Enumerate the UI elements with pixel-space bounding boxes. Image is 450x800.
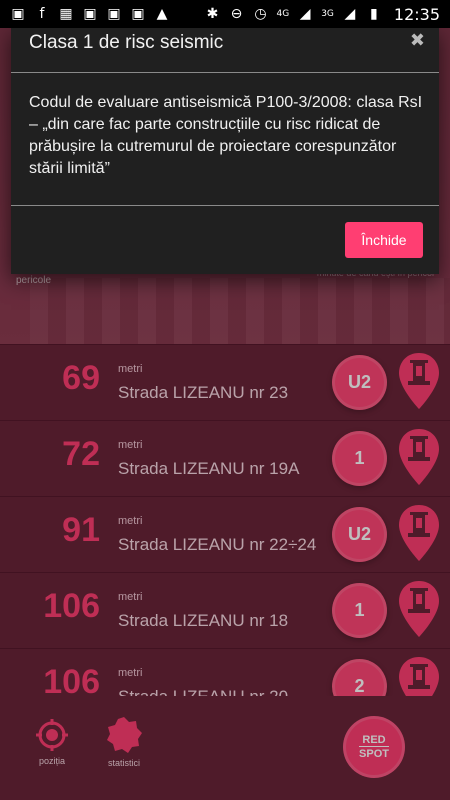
image-icon: ▲ xyxy=(156,6,168,22)
status-bar-left: ▣ f ▦ ▣ ▣ ▣ ▲ xyxy=(10,6,170,22)
dialog-body: Codul de evaluare antiseismică P100-3/20… xyxy=(29,94,423,177)
dialog-divider-top xyxy=(11,72,439,73)
notification-icon: ▣ xyxy=(11,6,25,22)
signal-icon: ◢ xyxy=(299,6,311,22)
do-not-disturb-icon: ⊖ xyxy=(230,6,243,22)
dialog-title: Clasa 1 de risc seismic xyxy=(29,32,224,53)
clock: 12:35 xyxy=(393,4,440,24)
close-icon[interactable]: ✖ xyxy=(410,30,425,51)
notification-icon: ▣ xyxy=(131,6,145,22)
notification-icon: ▣ xyxy=(83,6,97,22)
status-bar-right: ✱ ⊖ ◷ 4G ◢ 3G ◢ ▮ 12:35 xyxy=(204,5,440,24)
dialog-divider-bottom xyxy=(11,205,439,206)
calendar-grid-icon: ▦ xyxy=(59,6,73,22)
close-dialog-button[interactable]: Închide xyxy=(345,222,423,258)
risk-class-dialog: Clasa 1 de risc seismic ✖ Codul de evalu… xyxy=(11,28,439,274)
facebook-icon: f xyxy=(39,6,45,22)
bluetooth-icon: ✱ xyxy=(206,6,219,22)
network-label-2: 3G xyxy=(321,9,334,19)
battery-icon: ▮ xyxy=(370,6,378,22)
notification-icon: ▣ xyxy=(107,6,121,22)
network-label-1: 4G xyxy=(276,9,290,19)
signal-icon: ◢ xyxy=(344,6,356,22)
alarm-icon: ◷ xyxy=(254,6,267,22)
status-bar: ▣ f ▦ ▣ ▣ ▣ ▲ ✱ ⊖ ◷ 4G ◢ 3G ◢ ▮ 12:35 xyxy=(0,0,450,28)
